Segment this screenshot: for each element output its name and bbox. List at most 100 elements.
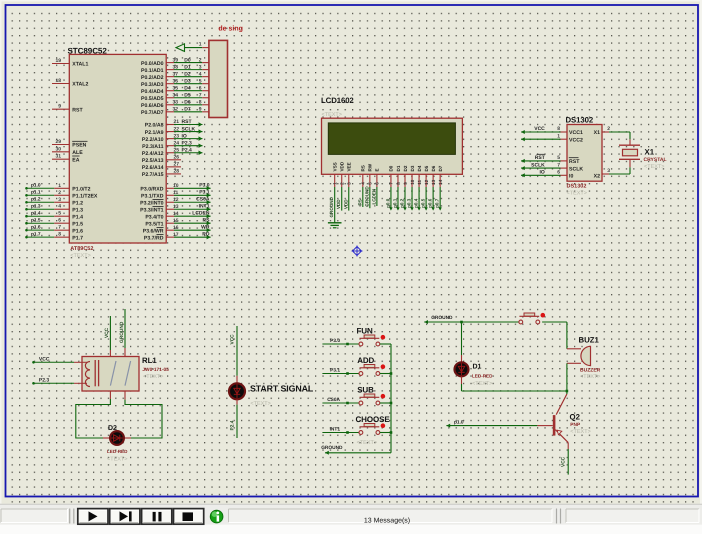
svg-text:10: 10: [173, 183, 179, 189]
svg-text:29: 29: [55, 139, 61, 145]
svg-text:5: 5: [368, 182, 373, 185]
svg-text:<TEXT>: <TEXT>: [250, 401, 270, 407]
svg-text:12: 12: [424, 179, 429, 185]
svg-text:RS: RS: [203, 218, 211, 224]
svg-text:13 Message(s): 13 Message(s): [364, 516, 410, 524]
svg-text:26: 26: [174, 155, 180, 161]
svg-text:WR: WR: [201, 225, 210, 231]
svg-text:BUZZER: BUZZER: [580, 367, 601, 373]
svg-text:P2.4: P2.4: [229, 420, 235, 430]
svg-text:VCC: VCC: [229, 334, 235, 345]
svg-text:<TEXT>: <TEXT>: [143, 374, 163, 380]
svg-text:7: 7: [58, 225, 61, 231]
svg-text:1: 1: [333, 182, 338, 185]
svg-text:<TEXT>: <TEXT>: [580, 374, 600, 380]
svg-text:1: 1: [58, 183, 61, 189]
svg-text:P3.6/WR: P3.6/WR: [143, 228, 164, 234]
svg-text:3: 3: [199, 64, 202, 70]
svg-text:RST: RST: [535, 155, 545, 161]
svg-text:VCC: VCC: [561, 456, 567, 467]
svg-text:3: 3: [347, 182, 352, 185]
svg-text:GROUND: GROUND: [119, 321, 125, 343]
svg-text:2: 2: [607, 126, 610, 132]
svg-text:FUN: FUN: [357, 327, 373, 336]
svg-text:36: 36: [173, 78, 179, 84]
svg-text:RD: RD: [202, 232, 210, 238]
svg-text:4: 4: [361, 182, 366, 185]
svg-text:VDD: VDD: [343, 199, 348, 209]
svg-text:P2.1/A9: P2.1/A9: [145, 130, 164, 136]
svg-text:D2: D2: [403, 165, 408, 171]
svg-text:P1.2: P1.2: [72, 200, 83, 206]
svg-text:34: 34: [173, 92, 179, 98]
svg-text:P3.2/INT0: P3.2/INT0: [140, 200, 163, 206]
svg-text:CHOOSE: CHOOSE: [356, 415, 391, 424]
svg-text:IO: IO: [182, 133, 187, 139]
svg-text:X1: X1: [645, 148, 655, 157]
svg-text:P2.3/A11: P2.3/A11: [142, 144, 163, 150]
svg-text:RL1: RL1: [142, 356, 157, 365]
svg-text:ALE: ALE: [72, 150, 83, 156]
svg-text:AT89C52: AT89C52: [70, 246, 93, 252]
svg-text:3: 3: [607, 168, 610, 174]
svg-text:P2.0/A8: P2.0/A8: [145, 123, 164, 129]
svg-text:21: 21: [174, 119, 180, 125]
svg-text:P1.3: P1.3: [72, 207, 83, 213]
svg-text:SUB: SUB: [357, 386, 374, 395]
svg-text:p0.1: p0.1: [392, 198, 397, 208]
svg-text:P2.3: P2.3: [39, 378, 50, 384]
svg-text:P0.2/AD2: P0.2/AD2: [141, 75, 164, 81]
svg-text:PNP: PNP: [570, 422, 581, 428]
svg-text:SCLK: SCLK: [531, 162, 545, 168]
svg-text:DS1302: DS1302: [566, 116, 594, 125]
svg-text:p1.1: p1.1: [31, 190, 41, 196]
svg-text:X1: X1: [594, 130, 600, 136]
svg-text:P1.1/T2EX: P1.1/T2EX: [72, 193, 98, 199]
svg-text:P2.2/A10: P2.2/A10: [142, 137, 164, 143]
svg-text:<TEXT>: <TEXT>: [644, 164, 664, 170]
svg-text:<TEXT>: <TEXT>: [567, 191, 587, 197]
svg-text:27: 27: [174, 162, 180, 168]
svg-text:<TEXT>: <TEXT>: [472, 381, 492, 387]
svg-text:VEE: VEE: [347, 162, 352, 171]
svg-text:P3.0: P3.0: [330, 338, 340, 344]
svg-text:P3.0: P3.0: [199, 183, 210, 189]
svg-text:LCDEN: LCDEN: [192, 211, 210, 217]
svg-text:VCC: VCC: [39, 357, 50, 363]
svg-text:p0.7: p0.7: [435, 198, 440, 208]
svg-text:XTAL1: XTAL1: [72, 62, 88, 68]
svg-text:P1.6: P1.6: [72, 228, 83, 234]
svg-text:p0.3: p0.3: [407, 198, 412, 208]
svg-text:INT1: INT1: [199, 204, 210, 210]
svg-text:p0.0: p0.0: [385, 198, 390, 208]
svg-text:RST: RST: [569, 159, 580, 165]
svg-text:INT1: INT1: [330, 427, 341, 433]
svg-text:P1.0/T2: P1.0/T2: [72, 187, 90, 193]
svg-text:P0.7/AD7: P0.7/AD7: [141, 110, 164, 116]
svg-text:10: 10: [410, 179, 415, 185]
svg-text:D0: D0: [389, 165, 394, 171]
svg-text:39: 39: [173, 57, 179, 63]
svg-text:START SIGNAL: START SIGNAL: [250, 384, 314, 394]
svg-text:VCC: VCC: [534, 126, 545, 132]
svg-text:RS: RS: [357, 199, 362, 205]
svg-text:LCD1602: LCD1602: [321, 96, 354, 105]
svg-text:D7: D7: [438, 165, 443, 171]
svg-text:3: 3: [58, 197, 61, 203]
svg-text:5: 5: [199, 78, 202, 84]
svg-text:P3.7/RD: P3.7/RD: [144, 235, 164, 241]
svg-text:6: 6: [557, 170, 560, 176]
svg-text:7: 7: [557, 162, 560, 168]
svg-text:24: 24: [174, 140, 180, 146]
svg-text:PSEN: PSEN: [72, 143, 86, 149]
svg-text:9: 9: [58, 104, 61, 110]
svg-text:35: 35: [173, 85, 179, 91]
svg-text:CS0A: CS0A: [327, 397, 340, 403]
svg-text:7: 7: [389, 182, 394, 185]
svg-text:9: 9: [199, 107, 202, 113]
svg-text:p0.2: p0.2: [400, 198, 405, 208]
svg-text:38: 38: [173, 64, 179, 70]
svg-text:<TEXT>: <TEXT>: [570, 429, 590, 435]
svg-text:p1.0: p1.0: [31, 183, 41, 189]
svg-text:p1.2: p1.2: [31, 197, 41, 203]
